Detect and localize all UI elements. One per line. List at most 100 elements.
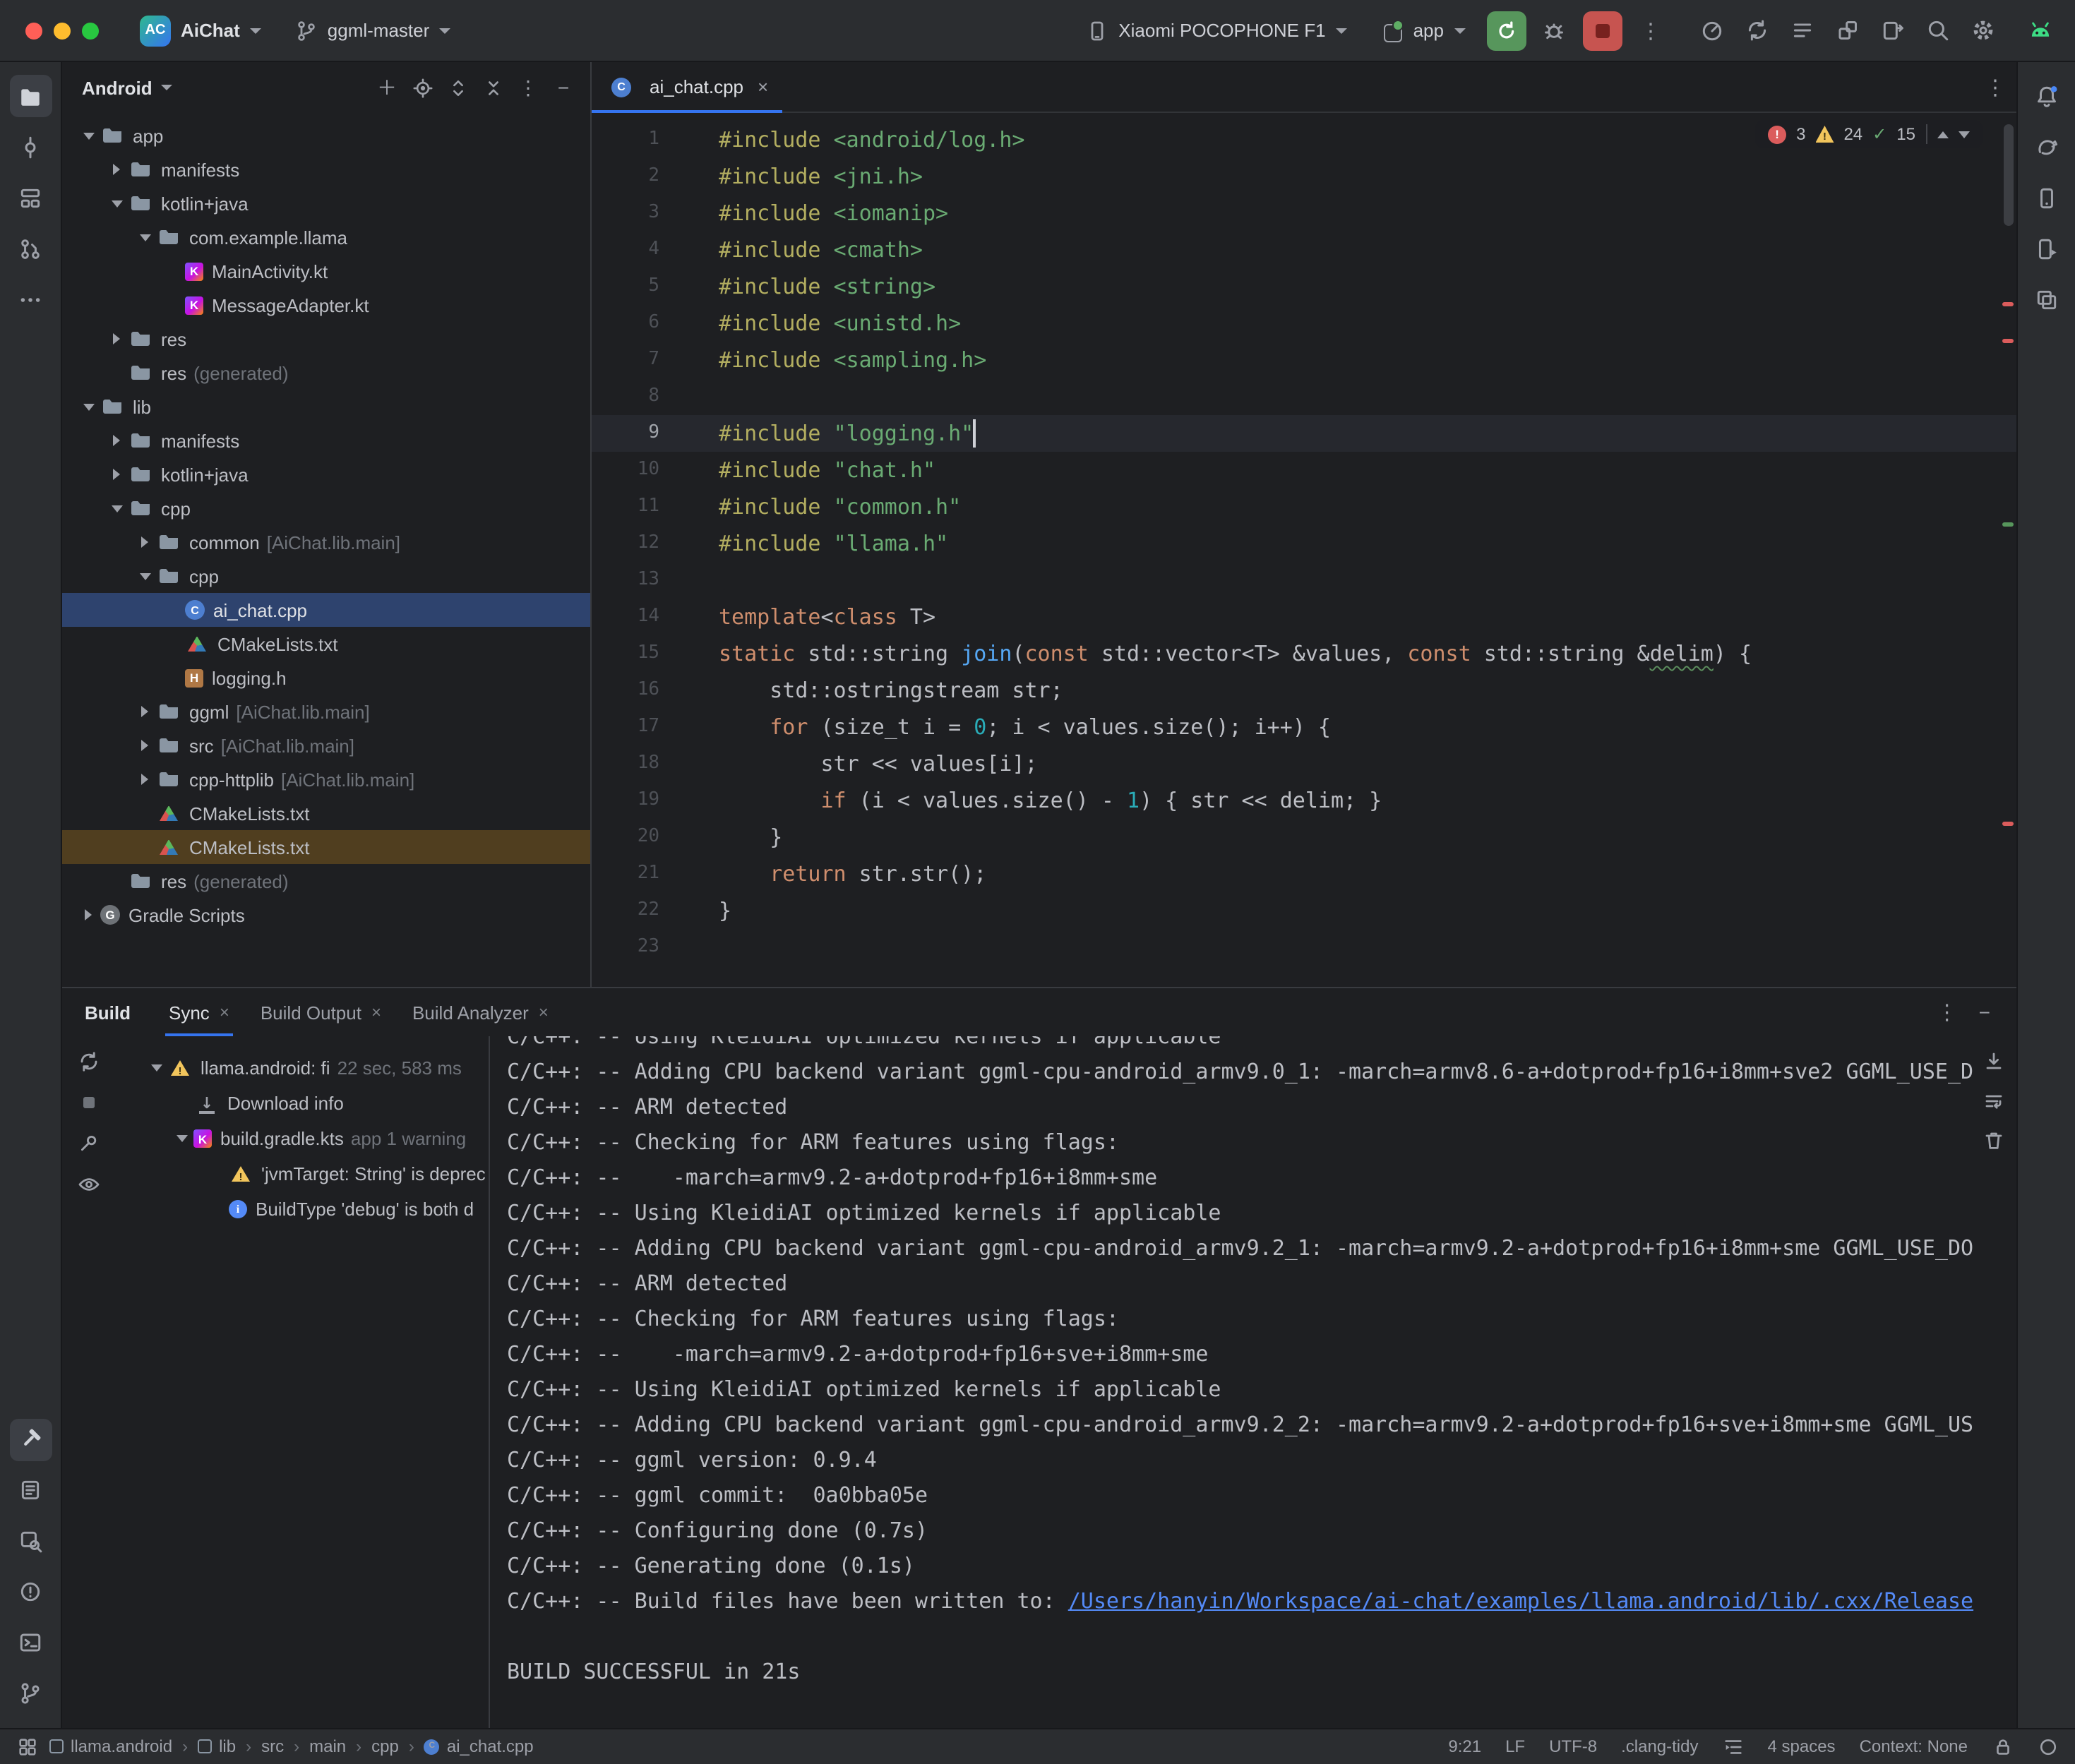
- breadcrumb-item[interactable]: main: [309, 1736, 346, 1756]
- hide-panel-icon[interactable]: −: [548, 72, 579, 103]
- rerun-sync-icon[interactable]: [78, 1050, 100, 1073]
- chevron-down-icon[interactable]: [104, 192, 128, 215]
- tab-build-output[interactable]: Build Output×: [245, 988, 397, 1036]
- build-tool-window-title[interactable]: Build: [85, 1002, 131, 1023]
- chevron-right-icon[interactable]: [104, 463, 128, 486]
- code-line[interactable]: 22}: [592, 892, 2016, 929]
- stop-button[interactable]: [1582, 11, 1622, 50]
- code-line[interactable]: 16 std::ostringstream str;: [592, 672, 2016, 709]
- breadcrumb-item[interactable]: src: [261, 1736, 284, 1756]
- vcs-branch-widget[interactable]: ggml-master: [282, 9, 464, 52]
- logcat-tool-button[interactable]: [9, 1469, 52, 1511]
- device-selector[interactable]: Xiaomi POCOPHONE F1: [1073, 9, 1359, 52]
- settings-gear-icon[interactable]: [1965, 12, 2002, 49]
- project-tree-item[interactable]: res(generated): [62, 356, 590, 390]
- code-line[interactable]: 2#include <jni.h>: [592, 158, 2016, 195]
- project-view-selector[interactable]: Android: [82, 77, 172, 98]
- sync-project-icon[interactable]: [1739, 12, 1776, 49]
- breadcrumb-item[interactable]: cpp: [371, 1736, 399, 1756]
- code-line[interactable]: 12#include "llama.h": [592, 525, 2016, 562]
- gradle-tool-button[interactable]: [2025, 126, 2067, 168]
- line-separator-widget[interactable]: LF: [1505, 1736, 1525, 1756]
- editor-scrollbar[interactable]: [1997, 113, 2016, 987]
- project-tree-item[interactable]: lib: [62, 390, 590, 424]
- structure-tool-button[interactable]: [9, 176, 52, 219]
- project-tree-item[interactable]: CMakeLists.txt: [62, 796, 590, 830]
- project-tree-item[interactable]: manifests: [62, 152, 590, 186]
- code-line[interactable]: 18 str << values[i];: [592, 745, 2016, 782]
- more-tools-icon[interactable]: [9, 278, 52, 320]
- code-line[interactable]: 7#include <sampling.h>: [592, 342, 2016, 378]
- build-tree-item[interactable]: Kbuild.gradle.ktsapp 1 warning: [116, 1121, 489, 1156]
- error-stripe-mark[interactable]: [2002, 339, 2013, 343]
- chevron-right-icon[interactable]: [104, 328, 128, 350]
- project-tree-item[interactable]: KMessageAdapter.kt: [62, 288, 590, 322]
- debug-button[interactable]: [1534, 11, 1574, 50]
- clang-tidy-widget[interactable]: .clang-tidy: [1621, 1736, 1698, 1756]
- app-inspection-tool-button[interactable]: [9, 1520, 52, 1562]
- clear-all-icon[interactable]: [1982, 1129, 2004, 1152]
- project-widget[interactable]: AC AiChat: [127, 9, 274, 52]
- indent-widget[interactable]: 4 spaces: [1768, 1736, 1836, 1756]
- code-line[interactable]: 21 return str.str();: [592, 856, 2016, 892]
- indent-guides-icon[interactable]: [1723, 1736, 1744, 1757]
- code-line[interactable]: 10#include "chat.h": [592, 452, 2016, 488]
- project-tool-button[interactable]: [9, 75, 52, 117]
- chevron-down-icon[interactable]: [76, 395, 100, 418]
- code-line[interactable]: 23: [592, 929, 2016, 966]
- lock-icon[interactable]: [1992, 1736, 2013, 1757]
- project-tree-item[interactable]: Cai_chat.cpp: [62, 593, 590, 627]
- chevron-right-icon[interactable]: [133, 734, 157, 757]
- code-line[interactable]: 14template<class T>: [592, 599, 2016, 635]
- zoom-window-button[interactable]: [82, 22, 99, 39]
- build-options-icon[interactable]: ⋮: [1927, 1000, 1968, 1025]
- project-tree-item[interactable]: Hlogging.h: [62, 661, 590, 695]
- breadcrumb-item[interactable]: Cai_chat.cpp: [424, 1736, 534, 1756]
- project-tree-item[interactable]: cpp: [62, 491, 590, 525]
- close-tab-icon[interactable]: ×: [220, 1002, 229, 1022]
- expand-all-icon[interactable]: [442, 72, 473, 103]
- code-line[interactable]: 8: [592, 378, 2016, 415]
- chevron-right-icon[interactable]: [133, 531, 157, 553]
- chevron-down-icon[interactable]: [104, 497, 128, 520]
- more-options-icon[interactable]: ⋮: [513, 72, 544, 103]
- context-widget[interactable]: Context: None: [1860, 1736, 1968, 1756]
- chevron-right-icon[interactable]: [133, 700, 157, 723]
- project-tree-item[interactable]: res: [62, 322, 590, 356]
- code-line[interactable]: 13: [592, 562, 2016, 599]
- code-line[interactable]: 4#include <cmath>: [592, 232, 2016, 268]
- chevron-down-icon[interactable]: [133, 565, 157, 587]
- project-tree-item[interactable]: common[AiChat.lib.main]: [62, 525, 590, 559]
- chevron-right-icon[interactable]: [133, 768, 157, 791]
- plugins-icon[interactable]: [1829, 12, 1866, 49]
- tab-build-analyzer[interactable]: Build Analyzer×: [397, 988, 564, 1036]
- collapse-all-icon[interactable]: [477, 72, 508, 103]
- rerun-button[interactable]: [1486, 11, 1526, 50]
- build-tree-item[interactable]: llama.android: fi22 sec, 583 ms: [116, 1050, 489, 1086]
- code-line[interactable]: 11#include "common.h": [592, 488, 2016, 525]
- code-line[interactable]: 5#include <string>: [592, 268, 2016, 305]
- close-tab-icon[interactable]: ×: [371, 1002, 381, 1022]
- project-tree-item[interactable]: CMakeLists.txt: [62, 830, 590, 864]
- project-tree-item[interactable]: kotlin+java: [62, 186, 590, 220]
- android-avatar-icon[interactable]: [2021, 12, 2058, 49]
- close-window-button[interactable]: [25, 22, 42, 39]
- code-line[interactable]: 19 if (i < values.size() - 1) { str << d…: [592, 782, 2016, 819]
- pull-requests-tool-button[interactable]: [9, 227, 52, 270]
- console-file-link[interactable]: /Users/hanyin/Workspace/ai-chat/examples…: [1068, 1588, 1973, 1614]
- code-line[interactable]: 17 for (size_t i = 0; i < values.size();…: [592, 709, 2016, 745]
- chevron-down-icon[interactable]: [169, 1127, 193, 1150]
- project-tree-item[interactable]: cpp-httplib[AiChat.lib.main]: [62, 762, 590, 796]
- next-issue-icon[interactable]: [1958, 131, 1969, 138]
- project-tree-item[interactable]: KMainActivity.kt: [62, 254, 590, 288]
- encoding-widget[interactable]: UTF-8: [1549, 1736, 1597, 1756]
- build-tree-item[interactable]: Download info: [116, 1086, 489, 1121]
- terminal-tool-button[interactable]: [9, 1621, 52, 1664]
- code-area[interactable]: 1#include <android/log.h>2#include <jni.…: [592, 121, 2016, 966]
- more-run-actions-icon[interactable]: ⋮: [1630, 18, 1671, 43]
- editor-tab[interactable]: C ai_chat.cpp ×: [592, 62, 782, 112]
- project-tree-item[interactable]: ggml[AiChat.lib.main]: [62, 695, 590, 728]
- eye-icon[interactable]: [78, 1173, 100, 1196]
- build-tool-button[interactable]: [9, 1418, 52, 1460]
- device-mirroring-icon[interactable]: [1874, 12, 1911, 49]
